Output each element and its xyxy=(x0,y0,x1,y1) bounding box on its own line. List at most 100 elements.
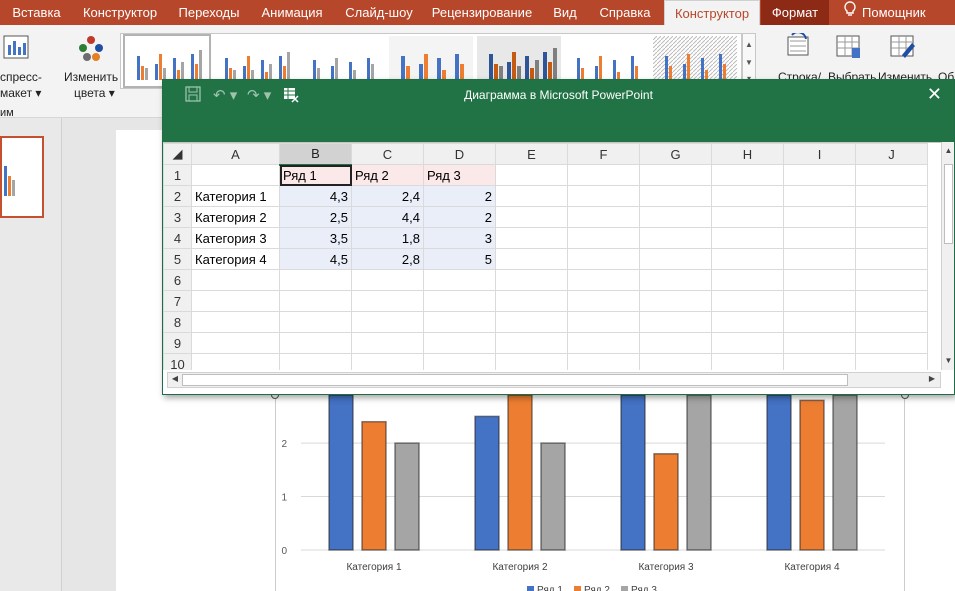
tab-insert[interactable]: Вставка xyxy=(0,0,73,25)
table-cell[interactable]: 2,8 xyxy=(351,248,424,270)
table-cell[interactable]: 2,5 xyxy=(279,206,352,228)
table-cell[interactable] xyxy=(711,353,784,370)
table-cell[interactable]: Ряд 3 xyxy=(423,164,496,186)
column-header[interactable]: I xyxy=(783,143,856,165)
table-cell[interactable] xyxy=(351,290,424,312)
table-cell[interactable]: 2,4 xyxy=(351,185,424,207)
table-cell[interactable] xyxy=(567,164,640,186)
table-cell[interactable] xyxy=(783,332,856,354)
table-cell[interactable] xyxy=(639,290,712,312)
spreadsheet-grid[interactable]: ◢ A B C D E F G H I J 1 Ряд 1 Ряд 2 Ряд 32К… xyxy=(163,142,941,370)
column-header[interactable]: B xyxy=(279,143,352,166)
column-header[interactable]: F xyxy=(567,143,640,165)
table-cell[interactable] xyxy=(423,332,496,354)
table-cell[interactable] xyxy=(191,164,280,186)
table-cell[interactable] xyxy=(639,353,712,370)
tab-animation[interactable]: Анимация xyxy=(254,0,330,25)
table-cell[interactable] xyxy=(783,185,856,207)
table-cell[interactable] xyxy=(855,164,928,186)
table-cell[interactable] xyxy=(567,248,640,270)
table-cell[interactable]: 1,8 xyxy=(351,227,424,249)
table-cell[interactable] xyxy=(783,227,856,249)
table-cell[interactable] xyxy=(639,227,712,249)
edit-data-icon[interactable] xyxy=(888,33,918,61)
row-header[interactable]: 1 xyxy=(163,164,192,186)
table-cell[interactable] xyxy=(711,164,784,186)
row-header[interactable]: 4 xyxy=(163,227,192,249)
table-cell[interactable] xyxy=(567,227,640,249)
table-cell[interactable] xyxy=(855,353,928,370)
tab-help[interactable]: Справка xyxy=(592,0,658,25)
table-cell[interactable] xyxy=(191,332,280,354)
table-cell[interactable] xyxy=(495,164,568,186)
quick-layout-icon[interactable] xyxy=(2,33,32,63)
column-header[interactable]: J xyxy=(855,143,928,165)
table-cell[interactable]: Категория 3 xyxy=(191,227,280,249)
table-cell[interactable] xyxy=(711,206,784,228)
row-header[interactable]: 9 xyxy=(163,332,192,354)
table-cell[interactable] xyxy=(191,353,280,370)
table-cell[interactable] xyxy=(567,269,640,291)
table-cell[interactable] xyxy=(783,290,856,312)
table-cell[interactable]: Категория 2 xyxy=(191,206,280,228)
scroll-right-icon[interactable]: ▶ xyxy=(926,374,938,383)
table-cell[interactable] xyxy=(855,248,928,270)
table-cell[interactable] xyxy=(567,206,640,228)
table-cell[interactable] xyxy=(191,311,280,333)
table-cell[interactable] xyxy=(495,311,568,333)
table-cell[interactable] xyxy=(423,311,496,333)
change-colors-label1[interactable]: Изменить xyxy=(64,69,118,85)
table-cell[interactable]: Категория 4 xyxy=(191,248,280,270)
table-cell[interactable] xyxy=(495,290,568,312)
table-cell[interactable] xyxy=(783,269,856,291)
table-cell[interactable] xyxy=(567,332,640,354)
row-header[interactable]: 10 xyxy=(163,353,192,370)
table-cell[interactable] xyxy=(855,185,928,207)
slide-thumbnail-1[interactable] xyxy=(0,136,44,218)
row-header[interactable]: 5 xyxy=(163,248,192,270)
horizontal-scrollbar[interactable]: ◀ ▶ xyxy=(167,372,941,388)
table-cell[interactable] xyxy=(351,269,424,291)
table-cell[interactable]: 2 xyxy=(423,185,496,207)
table-cell[interactable] xyxy=(711,185,784,207)
column-header[interactable]: G xyxy=(639,143,712,165)
table-cell[interactable]: Ряд 1 xyxy=(279,164,352,186)
quick-layout-label2[interactable]: макет ▾ xyxy=(0,85,41,101)
chart-area[interactable]: 0 1 2 Категория 1 Категория 2 Категория 3 Кате… xyxy=(271,391,909,591)
table-cell[interactable] xyxy=(279,269,352,291)
table-cell[interactable] xyxy=(639,164,712,186)
table-cell[interactable] xyxy=(279,353,352,370)
table-cell[interactable]: 3 xyxy=(423,227,496,249)
scroll-up-icon[interactable]: ▲ xyxy=(943,146,954,155)
tab-transitions[interactable]: Переходы xyxy=(170,0,248,25)
column-header[interactable]: A xyxy=(191,143,280,165)
table-cell[interactable] xyxy=(495,269,568,291)
tab-chart-design[interactable]: Конструктор xyxy=(664,0,760,25)
table-cell[interactable] xyxy=(495,248,568,270)
table-cell[interactable] xyxy=(495,332,568,354)
tab-view[interactable]: Вид xyxy=(544,0,586,25)
table-cell[interactable] xyxy=(567,353,640,370)
table-cell[interactable]: 5 xyxy=(423,248,496,270)
table-cell[interactable] xyxy=(191,290,280,312)
change-colors-label2[interactable]: цвета ▾ xyxy=(74,85,115,101)
table-cell[interactable]: 4,3 xyxy=(279,185,352,207)
table-cell[interactable] xyxy=(855,227,928,249)
table-cell[interactable] xyxy=(855,332,928,354)
table-cell[interactable] xyxy=(495,206,568,228)
tab-review[interactable]: Рецензирование xyxy=(428,0,536,25)
row-header[interactable]: 6 xyxy=(163,269,192,291)
table-cell[interactable] xyxy=(783,248,856,270)
table-cell[interactable]: Категория 1 xyxy=(191,185,280,207)
table-cell[interactable] xyxy=(567,185,640,207)
table-cell[interactable] xyxy=(711,269,784,291)
select-all-corner[interactable]: ◢ xyxy=(163,143,192,165)
gallery-up-icon[interactable]: ▲ xyxy=(745,40,753,50)
switch-row-column-icon[interactable] xyxy=(784,31,814,61)
table-cell[interactable] xyxy=(279,311,352,333)
table-cell[interactable] xyxy=(639,206,712,228)
table-cell[interactable] xyxy=(423,269,496,291)
table-cell[interactable] xyxy=(711,290,784,312)
table-cell[interactable] xyxy=(351,332,424,354)
tab-tell-me[interactable]: Помощник xyxy=(836,0,955,25)
